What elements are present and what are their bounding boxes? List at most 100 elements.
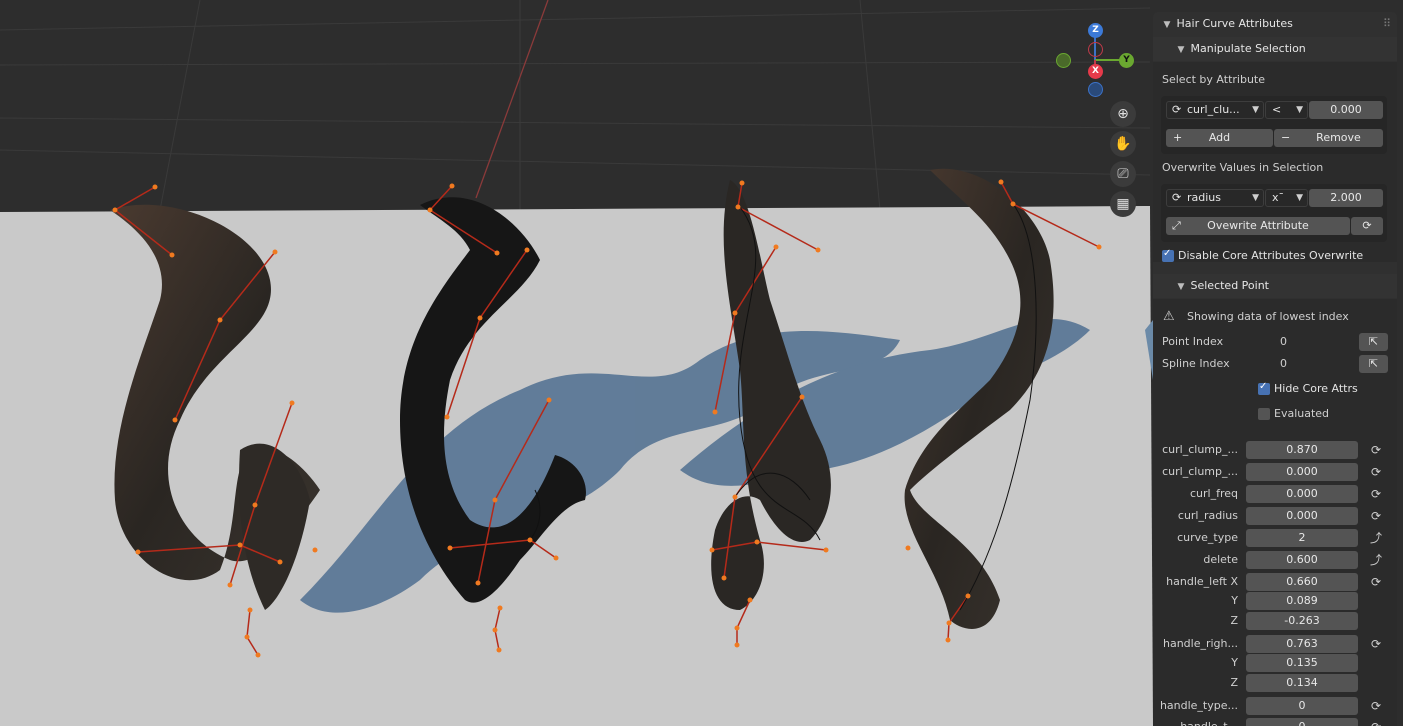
gizmo-x-axis[interactable]: X (1088, 64, 1103, 79)
evaluated-label: Evaluated (1274, 407, 1330, 420)
select-operator-dropdown[interactable]: < ▼ (1265, 101, 1308, 119)
attribute-value-field[interactable]: 0.135 (1246, 654, 1358, 672)
remove-label: Remove (1316, 131, 1361, 144)
attribute-icon[interactable]: ⟳ (1368, 508, 1384, 524)
chevron-down-icon: ▼ (1252, 193, 1259, 203)
attribute-label: Y (1231, 594, 1238, 607)
panel-title: Hair Curve Attributes (1176, 17, 1293, 30)
hand-pan-icon[interactable]: ✋ (1110, 131, 1136, 157)
point-index-label: Point Index (1162, 335, 1224, 348)
attribute-label: curl_radius (1177, 509, 1238, 522)
attribute-label: handle_t... (1154, 720, 1238, 726)
selected-point-title: Selected Point (1190, 279, 1270, 292)
warning-icon: ⚠ (1163, 309, 1175, 324)
remove-button[interactable]: − Remove (1274, 129, 1383, 147)
attribute-label: curve_type (1177, 531, 1238, 544)
disable-core-label: Disable Core Attributes Overwrite (1178, 249, 1364, 262)
attribute-icon[interactable]: ⟳ (1368, 486, 1384, 502)
select-spline-icon[interactable]: ⇱ (1359, 355, 1388, 373)
attribute-value-field[interactable]: 0.660 (1246, 573, 1358, 591)
select-value-field[interactable]: 0.000 (1309, 101, 1383, 119)
curve-icon[interactable]: ⤴ (1368, 530, 1384, 546)
select-operator-value: < (1272, 103, 1282, 116)
select-attribute-value: curl_clu... (1187, 103, 1240, 116)
refresh-icon[interactable]: ⟳ (1351, 217, 1383, 235)
manipulate-selection-header[interactable]: ▼ Manipulate Selection (1153, 38, 1397, 60)
chevron-down-icon: ▼ (1296, 105, 1303, 115)
minus-icon: − (1281, 131, 1291, 144)
add-button[interactable]: + Add (1166, 129, 1273, 147)
attribute-label: curl_clump_... (1162, 465, 1238, 478)
gizmo-neg-x-axis[interactable] (1088, 42, 1103, 57)
overwrite-attribute-button[interactable]: ⤢ Ovewrite Attribute (1166, 217, 1350, 235)
spline-index-label: Spline Index (1162, 357, 1230, 370)
attribute-value-field[interactable]: 0.134 (1246, 674, 1358, 692)
selected-point-header[interactable]: ▼ Selected Point (1153, 275, 1397, 297)
attribute-icon[interactable]: ⟳ (1368, 464, 1384, 480)
overwrite-value-field[interactable]: 2.000 (1309, 189, 1383, 207)
attribute-value-field[interactable]: -0.263 (1246, 612, 1358, 630)
attribute-value-field[interactable]: 0.600 (1246, 551, 1358, 569)
attribute-label: handle_righ... (1162, 637, 1238, 650)
select-by-attribute-label: Select by Attribute (1162, 73, 1265, 86)
attribute-value-field[interactable]: 0.000 (1246, 507, 1358, 525)
disable-core-checkbox[interactable] (1162, 248, 1174, 262)
chevron-down-icon: ▼ (1177, 45, 1185, 55)
hide-core-attrs-label: Hide Core Attrs (1274, 382, 1358, 395)
select-attribute-dropdown[interactable]: ⟳ curl_clu... ▼ (1166, 101, 1264, 119)
attribute-value-field[interactable]: 0 (1246, 718, 1358, 726)
overwrite-attribute-value: radius (1187, 191, 1222, 204)
gizmo-neg-z-axis[interactable] (1088, 82, 1103, 97)
attribute-label: delete (1203, 553, 1238, 566)
attribute-label: Z (1230, 676, 1238, 689)
hide-core-attrs-checkbox[interactable] (1258, 381, 1270, 395)
zoom-icon[interactable]: ⊕ (1110, 101, 1136, 127)
overwrite-operator-value: xˉ (1272, 191, 1285, 204)
attribute-label: Y (1231, 656, 1238, 669)
attribute-value-field[interactable]: 0 (1246, 697, 1358, 715)
attribute-label: Z (1230, 614, 1238, 627)
sidebar-panel: ▼ Hair Curve Attributes ⠿ ▼ Manipulate S… (1153, 12, 1397, 726)
overwrite-values-label: Overwrite Values in Selection (1162, 161, 1324, 174)
gizmo-y-axis[interactable]: Y (1119, 53, 1134, 68)
gizmo-z-axis[interactable]: Z (1088, 23, 1103, 38)
attribute-label: curl_clump_... (1162, 443, 1238, 456)
attribute-icon: ⟳ (1172, 191, 1182, 204)
attribute-icon[interactable]: ⟳ (1368, 574, 1384, 590)
spline-index-value: 0 (1280, 357, 1287, 370)
attribute-icon[interactable]: ⟳ (1368, 719, 1384, 726)
chevron-down-icon: ▼ (1252, 105, 1259, 115)
attribute-label: handle_left X (1166, 575, 1238, 588)
overwrite-operator-dropdown[interactable]: xˉ ▼ (1265, 189, 1308, 207)
overwrite-icon: ⤢ (1172, 219, 1181, 232)
gizmo-neg-y-axis[interactable] (1056, 53, 1071, 68)
attribute-icon[interactable]: ⟳ (1368, 636, 1384, 652)
drag-handle-icon[interactable]: ⠿ (1383, 13, 1391, 35)
point-index-value: 0 (1280, 335, 1287, 348)
select-point-icon[interactable]: ⇱ (1359, 333, 1388, 351)
overwrite-button-label: Ovewrite Attribute (1207, 219, 1309, 232)
warning-text: Showing data of lowest index (1187, 310, 1349, 323)
camera-icon[interactable]: ⎚ (1110, 161, 1136, 187)
attribute-value-field[interactable]: 2 (1246, 529, 1358, 547)
chevron-down-icon: ▼ (1296, 193, 1303, 203)
plus-icon: + (1173, 131, 1183, 144)
attribute-icon: ⟳ (1172, 103, 1182, 116)
grid-icon[interactable]: ▦ (1110, 191, 1136, 217)
attribute-value-field[interactable]: 0.870 (1246, 441, 1358, 459)
chevron-down-icon: ▼ (1177, 282, 1185, 292)
chevron-down-icon: ▼ (1163, 20, 1171, 30)
overwrite-attribute-dropdown[interactable]: ⟳ radius ▼ (1166, 189, 1264, 207)
attribute-value-field[interactable]: 0.000 (1246, 485, 1358, 503)
curve-icon[interactable]: ⤴ (1368, 552, 1384, 568)
attribute-icon[interactable]: ⟳ (1368, 442, 1384, 458)
attribute-label: curl_freq (1189, 487, 1238, 500)
hair-curve-attributes-header[interactable]: ▼ Hair Curve Attributes ⠿ (1153, 13, 1397, 35)
add-label: Add (1208, 131, 1231, 144)
attribute-value-field[interactable]: 0.089 (1246, 592, 1358, 610)
attribute-label: handle_type... (1159, 699, 1238, 712)
evaluated-checkbox[interactable] (1258, 408, 1270, 420)
attribute-value-field[interactable]: 0.763 (1246, 635, 1358, 653)
attribute-value-field[interactable]: 0.000 (1246, 463, 1358, 481)
attribute-icon[interactable]: ⟳ (1368, 698, 1384, 714)
